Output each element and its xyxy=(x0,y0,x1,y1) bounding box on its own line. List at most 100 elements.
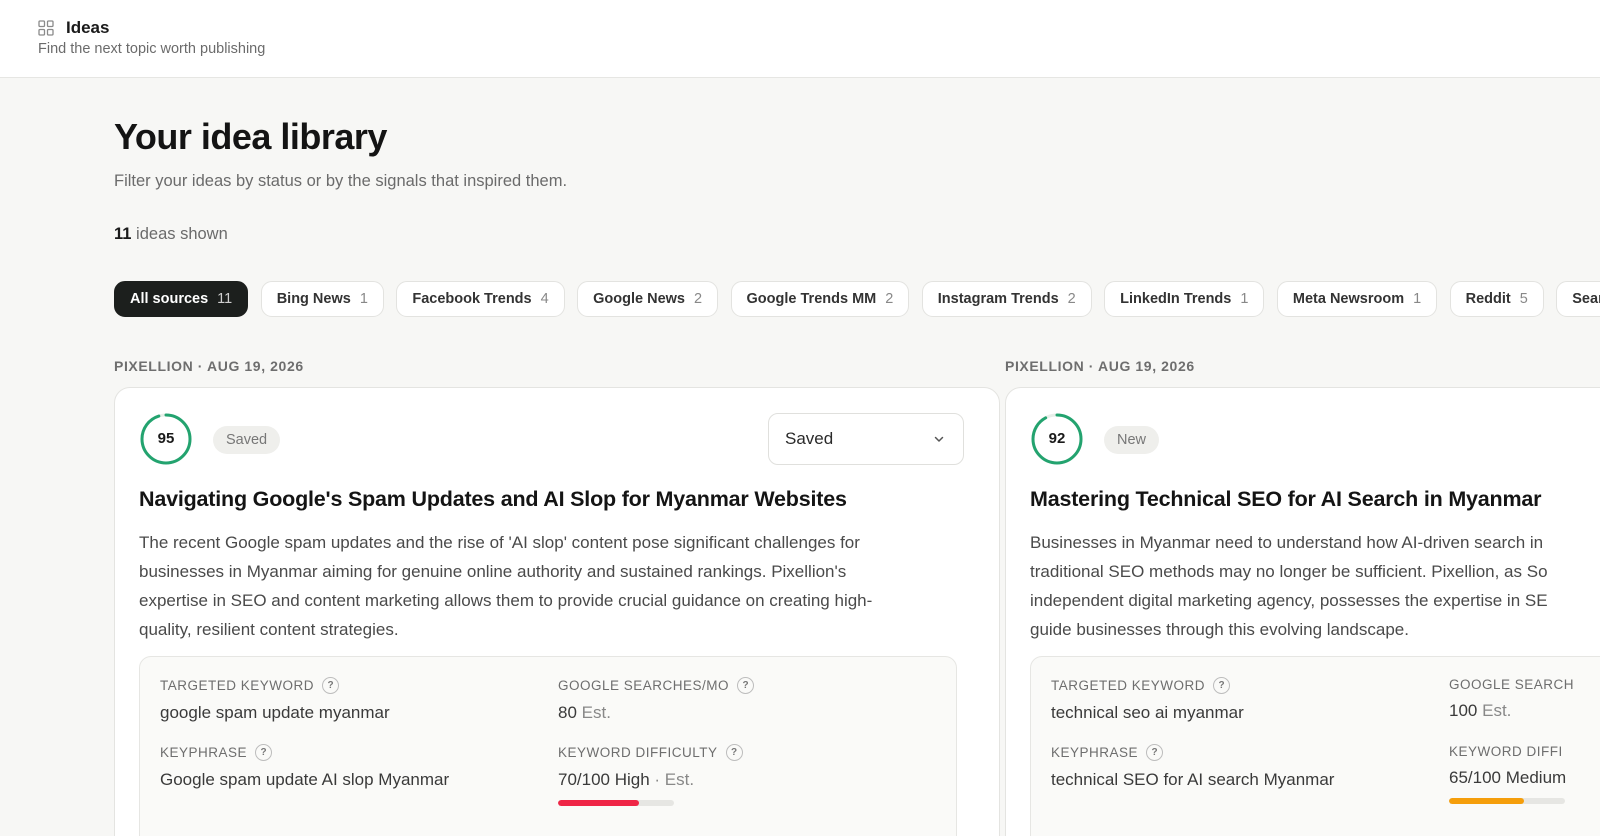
targeted-keyword-label: TARGETED KEYWORD xyxy=(160,678,315,693)
google-searches: GOOGLE SEARCHES/MO? 80 Est. xyxy=(558,677,755,723)
targeted-keyword-value: technical seo ai myanmar xyxy=(1051,703,1244,722)
keyword-panel: TARGETED KEYWORD? google spam update mya… xyxy=(139,656,957,836)
keyphrase-value: Google spam update AI slop Myanmar xyxy=(160,770,450,789)
keyphrase-label: KEYPHRASE xyxy=(160,745,248,760)
page: Ideas Find the next topic worth publishi… xyxy=(0,0,1600,836)
filter-chip-count: 5 xyxy=(1519,291,1528,307)
filter-chip-count: 2 xyxy=(1067,291,1076,307)
targeted-keyword: TARGETED KEYWORD? google spam update mya… xyxy=(160,677,390,723)
idea-card[interactable]: 95 Saved Saved Navigating Google's Spam … xyxy=(114,387,1000,836)
google-searches: GOOGLE SEARCH 100 Est. xyxy=(1449,677,1574,721)
status-badge: Saved xyxy=(213,426,281,454)
idea-description-line: independent digital marketing agency, po… xyxy=(1030,591,1548,610)
help-icon[interactable]: ? xyxy=(255,744,273,761)
difficulty-bar-fill xyxy=(1449,798,1525,804)
card-meta: PIXELLION · AUG 19, 2026 xyxy=(114,358,304,374)
source-filter-bar: All sources 11 Bing News 1 Facebook Trends… xyxy=(114,281,1600,317)
keyphrase-value: technical SEO for AI search Myanmar xyxy=(1051,770,1335,789)
top-bar: Ideas Find the next topic worth publishi… xyxy=(0,0,1600,78)
help-icon[interactable]: ? xyxy=(1146,744,1164,761)
idea-title[interactable]: Navigating Google's Spam Updates and AI … xyxy=(139,487,847,512)
app-title-row: Ideas xyxy=(38,18,109,38)
page-title: Your idea library xyxy=(114,116,387,157)
status-badge: New xyxy=(1104,426,1160,454)
filter-chip-search[interactable]: Sear xyxy=(1556,281,1600,317)
keyphrase-label: KEYPHRASE xyxy=(1051,745,1139,760)
filter-chip-label: All sources xyxy=(130,291,209,307)
filter-chip-instagram-trends[interactable]: Instagram Trends 2 xyxy=(921,281,1092,317)
filter-chip-label: Facebook Trends xyxy=(412,291,532,307)
keyword-difficulty: KEYWORD DIFFICULTY? 70/100 High · Est. xyxy=(558,744,743,806)
filter-chip-count: 11 xyxy=(217,291,233,307)
idea-description: Businesses in Myanmar need to understand… xyxy=(1030,528,1600,644)
idea-description-line: The recent Google spam updates and the r… xyxy=(139,533,860,552)
google-searches-label: GOOGLE SEARCH xyxy=(1449,677,1575,692)
google-searches-value: 80 xyxy=(558,703,577,722)
filter-chip-meta-newsroom[interactable]: Meta Newsroom 1 xyxy=(1276,281,1438,317)
status-select[interactable]: Saved xyxy=(768,413,964,465)
keyphrase: KEYPHRASE? Google spam update AI slop My… xyxy=(160,744,449,790)
difficulty-bar xyxy=(1449,798,1565,804)
chevron-down-icon xyxy=(934,436,944,442)
keyword-difficulty: KEYWORD DIFFI 65/100 Medium xyxy=(1449,744,1566,804)
filter-chip-count: 2 xyxy=(694,291,703,307)
keyword-difficulty-label: KEYWORD DIFFI xyxy=(1449,744,1563,759)
filter-chip-google-trends-mm[interactable]: Google Trends MM 2 xyxy=(730,281,910,317)
app-subtitle: Find the next topic worth publishing xyxy=(38,41,266,57)
idea-description-line: traditional SEO methods may no longer be… xyxy=(1030,562,1548,581)
filter-chip-label: Bing News xyxy=(276,291,351,307)
google-searches-label: GOOGLE SEARCHES/MO xyxy=(558,678,730,693)
keyword-difficulty-value: 70/100 High xyxy=(558,770,650,789)
difficulty-bar xyxy=(558,800,674,806)
idea-description-line: Businesses in Myanmar need to understand… xyxy=(1030,533,1544,552)
ideas-count-number: 11 xyxy=(114,225,132,243)
keyword-difficulty-est: · Est. xyxy=(654,770,695,789)
filter-chip-label: Meta Newsroom xyxy=(1292,291,1405,307)
idea-description: The recent Google spam updates and the r… xyxy=(139,528,999,644)
card-meta: PIXELLION · AUG 19, 2026 xyxy=(1005,358,1195,374)
google-searches-est: Est. xyxy=(581,703,611,722)
ideas-count: 11 ideas shown xyxy=(114,225,228,244)
idea-title[interactable]: Mastering Technical SEO for AI Search in… xyxy=(1030,487,1542,512)
status-select-value: Saved xyxy=(785,429,834,448)
google-searches-value: 100 xyxy=(1449,701,1478,720)
filter-chip-count: 4 xyxy=(540,291,549,307)
help-icon[interactable]: ? xyxy=(322,677,340,694)
idea-description-line: expertise in SEO and content marketing a… xyxy=(139,591,873,610)
keyword-difficulty-label: KEYWORD DIFFICULTY xyxy=(558,745,718,760)
ideas-count-suffix: ideas shown xyxy=(136,225,228,243)
app-title: Ideas xyxy=(66,18,110,37)
filter-chip-label: Instagram Trends xyxy=(937,291,1059,307)
idea-card[interactable]: 92 New Mastering Technical SEO for AI Se… xyxy=(1005,387,1600,836)
filter-chip-label: Google Trends MM xyxy=(746,291,877,307)
filter-chip-label: Google News xyxy=(593,291,685,307)
google-searches-est: Est. xyxy=(1482,701,1512,720)
filter-chip-facebook-trends[interactable]: Facebook Trends 4 xyxy=(396,281,565,317)
targeted-keyword-label: TARGETED KEYWORD xyxy=(1051,678,1206,693)
filter-chip-reddit[interactable]: Reddit 5 xyxy=(1449,281,1544,317)
targeted-keyword-value: google spam update myanmar xyxy=(160,703,390,722)
page-subtitle: Filter your ideas by status or by the si… xyxy=(114,172,568,190)
help-icon[interactable]: ? xyxy=(1213,677,1231,694)
help-icon[interactable]: ? xyxy=(737,677,755,694)
idea-description-line: quality, resilient content strategies. xyxy=(139,620,399,639)
filter-chip-count: 2 xyxy=(885,291,894,307)
idea-description-line: guide businesses through this evolving l… xyxy=(1030,620,1409,639)
help-icon[interactable]: ? xyxy=(725,744,743,761)
filter-chip-linkedin-trends[interactable]: LinkedIn Trends 1 xyxy=(1104,281,1265,317)
filter-chip-label: Reddit xyxy=(1465,291,1511,307)
keyword-difficulty-value: 65/100 Medium xyxy=(1449,768,1567,787)
score-value: 92 xyxy=(1048,430,1066,447)
filter-chip-count: 1 xyxy=(1413,291,1422,307)
filter-chip-bing-news[interactable]: Bing News 1 xyxy=(260,281,384,317)
filter-chip-count: 1 xyxy=(359,291,368,307)
filter-chip-all-sources[interactable]: All sources 11 xyxy=(114,281,249,317)
idea-description-line: businesses in Myanmar aiming for genuine… xyxy=(139,562,847,581)
keyphrase: KEYPHRASE? technical SEO for AI search M… xyxy=(1051,744,1334,790)
difficulty-bar-fill xyxy=(558,800,640,806)
filter-chip-count: 1 xyxy=(1240,291,1249,307)
filter-chip-google-news[interactable]: Google News 2 xyxy=(577,281,719,317)
keyword-panel: TARGETED KEYWORD? technical seo ai myanm… xyxy=(1030,656,1600,836)
grid-icon xyxy=(38,20,54,36)
targeted-keyword: TARGETED KEYWORD? technical seo ai myanm… xyxy=(1051,677,1244,723)
